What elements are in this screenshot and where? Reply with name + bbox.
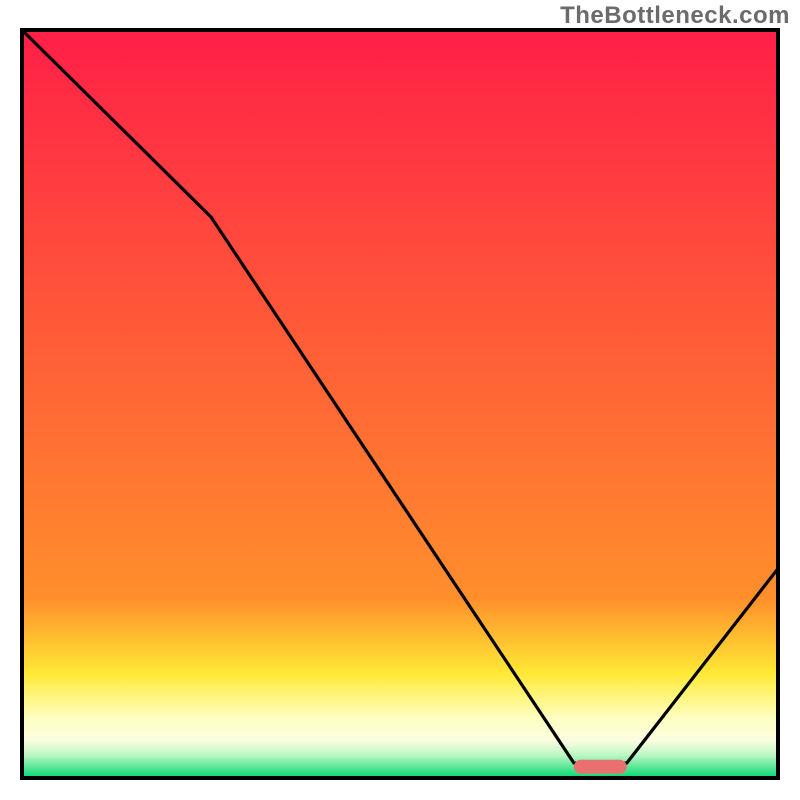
chart-stage: TheBottleneck.com <box>0 0 800 800</box>
bottleneck-chart <box>0 0 800 800</box>
trough-marker <box>574 760 627 774</box>
